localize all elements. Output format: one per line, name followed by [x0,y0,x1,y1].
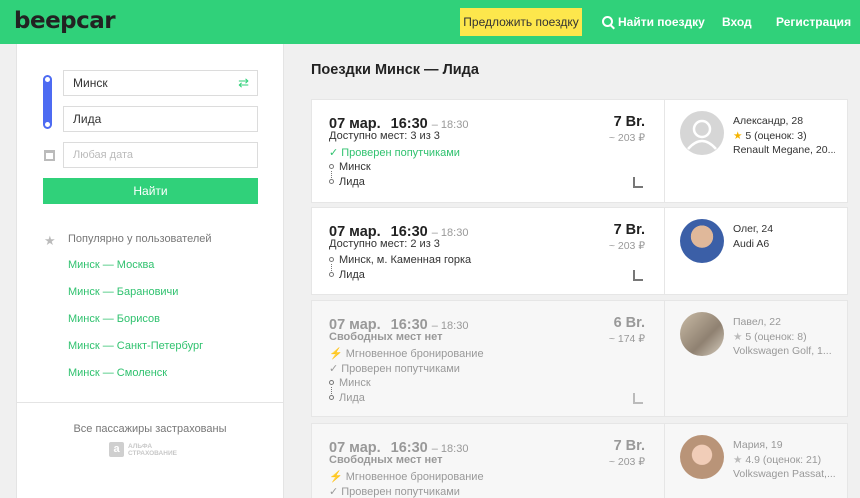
stop-from: Минск, м. Каменная горка [329,254,471,266]
popular-route-link[interactable]: Минск — Смоленск [68,367,167,379]
star-icon: ★ [44,233,56,248]
driver-name[interactable]: Павел, 22 [733,316,781,328]
alfa-mark-icon: a [109,442,124,457]
trip-price-rub: ~ 203 ₽ [608,132,645,144]
find-trip-label: Найти поездку [618,15,705,29]
instant-booking-feature: ⚡ Мгновенное бронирование [329,471,484,483]
seats-available: Свободных мест нет [329,454,443,466]
driver-car: Volkswagen Golf, 1... [733,345,832,357]
login-link[interactable]: Вход [722,15,752,29]
from-field[interactable]: Минск ⇄ [63,70,258,96]
avatar[interactable] [680,219,724,263]
driver-car: Audi A6 [733,238,770,250]
popular-route-link[interactable]: Минск — Санкт-Петербург [68,340,203,352]
stop-from: Минск [329,377,371,389]
star-icon: ★ [733,331,743,343]
insurer-logo-line1: АЛЬФА [128,442,153,450]
verified-feature: ✓ Проверен попутчиками [329,147,460,159]
offer-trip-button[interactable]: Предложить поездку [460,8,582,36]
swap-icon[interactable]: ⇄ [238,71,249,95]
stop-to: Лида [329,269,365,281]
driver-name[interactable]: Олег, 24 [733,223,773,235]
popular-route-link[interactable]: Минск — Барановичи [68,286,178,298]
popular-label: Популярно у пользователей [68,233,212,245]
insurance-text: Все пассажиры застрахованы [73,423,227,435]
popular-route-link[interactable]: Минск — Борисов [68,313,160,325]
trip-price-rub: ~ 203 ₽ [608,456,645,468]
avatar[interactable] [680,111,724,155]
search-icon [602,16,613,27]
trip-price: 7 Br. [613,114,645,130]
verified-feature: ✓ Проверен попутчиками [329,363,460,375]
divider [17,402,283,403]
trip-card[interactable]: 07 мар. 16:30– 18:30 Доступно мест: 3 из … [311,99,848,203]
driver-rating: ★ 5 (оценок: 8) [733,331,807,343]
to-field[interactable]: Лида [63,106,258,132]
top-bar: beepcar Предложить поездку Найти поездку… [0,0,860,44]
seats-available: Доступно мест: 2 из 3 [329,238,440,250]
driver-car: Volkswagen Passat,... [733,468,835,480]
date-field[interactable]: Любая дата [63,142,258,168]
insurer-logo: a АЛЬФА СТРАХОВАНИЕ [109,442,177,457]
calendar-icon [44,150,55,161]
seats-available: Свободных мест нет [329,331,443,343]
popular-route-link[interactable]: Минск — Москва [68,259,154,271]
driver-car: Renault Megane, 20... [733,144,835,156]
logo[interactable]: beepcar [14,8,116,34]
avatar[interactable] [680,312,724,356]
instant-booking-feature: ⚡ Мгновенное бронирование [329,348,484,360]
seats-available: Доступно мест: 3 из 3 [329,130,440,142]
star-icon: ★ [733,130,743,142]
driver-name[interactable]: Александр, 28 [733,115,803,127]
page-title: Поездки Минск — Лида [311,62,479,78]
seat-icon [633,177,643,188]
trip-price: 7 Br. [613,438,645,454]
find-button[interactable]: Найти [43,178,258,204]
find-trip-link[interactable]: Найти поездку [602,15,705,29]
seat-icon [633,270,643,281]
trip-price: 7 Br. [613,222,645,238]
driver-rating: ★ 4.9 (оценок: 21) [733,454,822,466]
trip-card[interactable]: 07 мар. 16:30– 18:30 Свободных мест нет ⚡… [311,423,848,498]
driver-name[interactable]: Мария, 19 [733,439,783,451]
from-value: Минск [73,76,108,90]
avatar[interactable] [680,435,724,479]
seat-icon [633,393,643,404]
trip-card[interactable]: 07 мар. 16:30– 18:30 Доступно мест: 2 из … [311,207,848,295]
trip-price-rub: ~ 203 ₽ [608,240,645,252]
star-icon: ★ [733,454,743,466]
register-link[interactable]: Регистрация [776,15,851,29]
stop-from: Минск [329,161,371,173]
trip-card[interactable]: 07 мар. 16:30– 18:30 Свободных мест нет ⚡… [311,300,848,417]
search-sidebar: Минск ⇄ Лида Любая дата Найти ★ Популярн… [16,44,284,498]
stop-to: Лида [329,176,365,188]
trip-price: 6 Br. [613,315,645,331]
insurer-logo-line2: СТРАХОВАНИЕ [128,449,177,457]
trip-price-rub: ~ 174 ₽ [608,333,645,345]
stop-to: Лида [329,392,365,404]
route-indicator [43,75,52,129]
driver-rating: ★ 5 (оценок: 3) [733,130,807,142]
verified-feature: ✓ Проверен попутчиками [329,486,460,498]
